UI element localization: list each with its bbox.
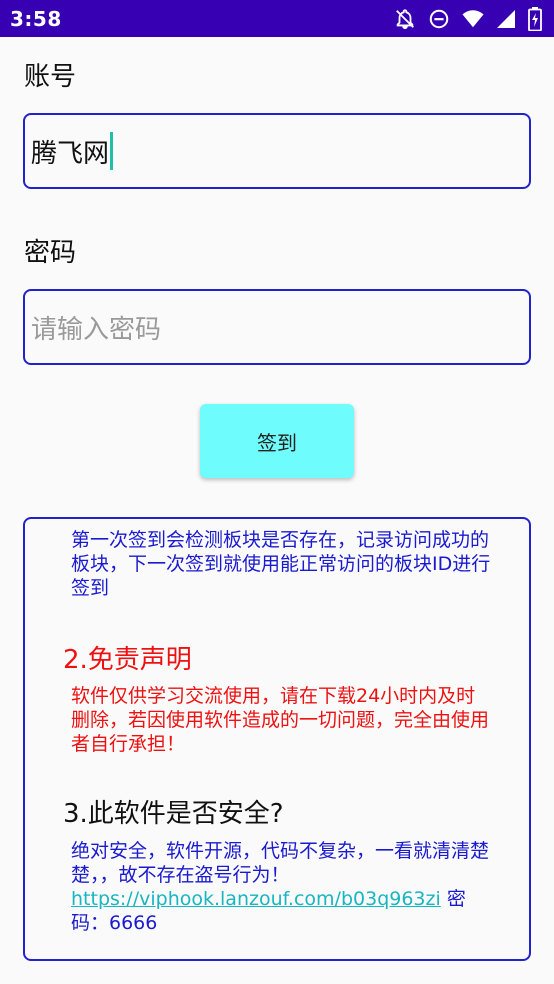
- do-not-disturb-icon: [428, 8, 450, 30]
- safety-heading: 3.此软件是否安全?: [63, 799, 284, 829]
- info-paragraph-1: 第一次签到会检测板块是否存在，记录访问成功的板块，下一次签到就使用能正常访问的板…: [71, 529, 491, 599]
- signal-icon: [496, 9, 516, 29]
- disclaimer-heading: 2.免责声明: [63, 645, 192, 675]
- password-placeholder: 请输入密码: [31, 314, 162, 345]
- signin-button[interactable]: 签到: [200, 404, 354, 478]
- account-label: 账号: [24, 62, 77, 92]
- safety-paragraph: 绝对安全，软件开源，代码不复杂，一看就清清楚楚，，故不存在盗号行为！: [71, 840, 490, 886]
- safety-text: 绝对安全，软件开源，代码不复杂，一看就清清楚楚，，故不存在盗号行为！ https…: [71, 839, 491, 935]
- text-cursor: [110, 132, 114, 170]
- disclaimer-text: 软件仅供学习交流使用，请在下载24小时内及时删除，若因使用软件造成的一切问题，完…: [71, 685, 490, 755]
- status-time: 3:58: [10, 6, 62, 31]
- info-box: 第一次签到会检测板块是否存在，记录访问成功的板块，下一次签到就使用能正常访问的板…: [23, 517, 531, 961]
- battery-icon: [528, 6, 542, 31]
- status-bar: 3:58: [0, 0, 554, 37]
- notifications-off-icon: [394, 8, 416, 30]
- wifi-icon: [462, 9, 484, 29]
- password-field[interactable]: 请输入密码: [23, 289, 531, 365]
- password-label: 密码: [24, 238, 77, 268]
- status-icons: [394, 6, 542, 31]
- account-value: 腾飞网: [31, 138, 110, 169]
- account-field[interactable]: 腾飞网: [23, 113, 531, 189]
- download-link[interactable]: https://viphook.lanzouf.com/b03q963zi: [71, 888, 441, 910]
